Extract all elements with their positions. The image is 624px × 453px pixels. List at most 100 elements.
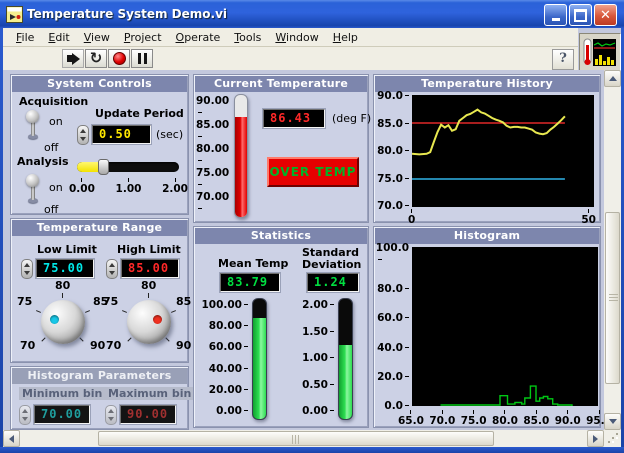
mean-temp-gauge (252, 298, 267, 420)
pause-icon (138, 53, 141, 64)
maximum-bin-spinner[interactable] (105, 405, 117, 425)
thermometer-scale: 90.0085.0080.0075.0070.00 (196, 95, 230, 209)
run-button[interactable] (62, 49, 84, 68)
menu-item[interactable]: Project (117, 29, 169, 46)
arrow-right-icon (593, 435, 598, 443)
close-button[interactable]: ✕ (594, 4, 617, 26)
high-limit-value[interactable]: 85.00 (121, 259, 179, 278)
high-knob-tick-80: 80 (141, 279, 156, 292)
standard-deviation-value: 1.24 (307, 273, 359, 292)
acquisition-toggle[interactable] (25, 111, 41, 141)
run-continuous-button[interactable]: ↻ (85, 49, 107, 68)
scroll-left-button[interactable] (3, 430, 20, 447)
axis-tick-label: 90.0 (377, 90, 409, 102)
scroll-right-button[interactable] (587, 430, 604, 447)
menu-item[interactable]: File (9, 29, 41, 46)
mean-tick-label: 60.00 (209, 341, 248, 353)
statistics-panel: Statistics Mean Temp Standard Deviation … (193, 226, 369, 428)
thermometer-tick-label: 85.00 (196, 119, 230, 143)
maximize-button[interactable] (569, 4, 592, 26)
menu-bar: FileEditViewProjectOperateToolsWindowHel… (3, 28, 578, 47)
histogram-parameters-panel: Histogram Parameters Minimum bin Maximum… (10, 366, 189, 430)
history-x-axis: 0 50 (408, 209, 596, 226)
histogram-y-axis: 100.080.060.040.020.00.0 (376, 242, 409, 412)
low-limit-knob[interactable] (41, 300, 85, 344)
maximum-bin-label: Maximum bin (105, 387, 194, 400)
horizontal-scroll-thumb[interactable] (98, 431, 494, 446)
current-temperature-value: 86.43 (263, 109, 325, 128)
acquisition-off-label: off (44, 141, 58, 154)
temperature-history-panel: Temperature History 90.085.080.075.070.0… (373, 74, 601, 223)
high-limit-knob[interactable] (127, 300, 171, 344)
slider-scale: 0.001.002.00 (69, 178, 188, 195)
window-title: Temperature System Demo.vi (27, 7, 227, 21)
title-bar: Temperature System Demo.vi ✕ (0, 0, 624, 28)
minimum-bin-spinner[interactable] (19, 405, 31, 425)
mean-tick-label: 20.00 (209, 384, 248, 396)
axis-tick-label: 50 (581, 209, 596, 226)
scroll-up-button[interactable] (604, 70, 621, 87)
temperature-history-chart (412, 95, 594, 207)
axis-tick-label: 70.0 (377, 200, 409, 212)
analysis-toggle[interactable] (25, 175, 41, 205)
resize-grip[interactable] (604, 430, 621, 447)
menu-item[interactable]: Operate (169, 29, 228, 46)
arrow-up-icon (609, 76, 617, 81)
histogram-parameters-title: Histogram Parameters (12, 368, 187, 384)
vi-icon-panel (579, 33, 621, 72)
high-knob-tick-70: 70 (106, 339, 121, 352)
high-knob-indicator-dot (153, 315, 162, 324)
axis-tick-label: 0 (408, 209, 415, 226)
menu-item[interactable]: Window (268, 29, 325, 46)
menu-item[interactable]: Tools (227, 29, 268, 46)
vertical-scrollbar[interactable] (604, 70, 621, 430)
high-knob-tick-90: 90 (176, 339, 191, 352)
menu-item[interactable]: Edit (41, 29, 76, 46)
high-limit-spinner[interactable] (106, 259, 118, 279)
mean-tick-label: 40.00 (209, 363, 248, 375)
vi-thermometer-icon (583, 37, 617, 68)
update-period-slider[interactable] (77, 162, 179, 172)
menu-item[interactable]: View (77, 29, 117, 46)
arrow-left-icon (9, 435, 14, 443)
toolbar: ↻ (3, 47, 578, 71)
low-limit-spinner[interactable] (21, 259, 33, 279)
help-button[interactable]: ? (552, 49, 574, 70)
axis-tick-label: 75.0 (461, 410, 487, 427)
mean-gauge-fill (253, 318, 266, 419)
low-knob-tick-70: 70 (20, 339, 35, 352)
slider-tick-label: 2.00 (162, 178, 188, 195)
mean-tick-label: 80.00 (209, 320, 248, 332)
close-icon: ✕ (600, 9, 611, 22)
temperature-range-panel: Temperature Range Low Limit High Limit 7… (10, 218, 189, 363)
axis-tick-label: 80.0 (377, 283, 409, 295)
axis-tick-label: 60.0 (377, 312, 409, 324)
high-limit-label: High Limit (117, 243, 181, 256)
update-period-spinner[interactable] (77, 125, 89, 145)
slider-handle[interactable] (98, 159, 109, 175)
abort-icon (113, 52, 126, 65)
std-tick-label: 1.00 (302, 352, 334, 364)
window-border-bottom (0, 447, 624, 453)
histogram-panel: Histogram 100.080.060.040.020.00.0 65.07… (373, 226, 601, 428)
axis-tick-label: 85.0 (523, 410, 549, 427)
minimize-button[interactable] (544, 4, 567, 26)
vertical-scroll-thumb[interactable] (605, 212, 620, 384)
menu-item[interactable]: Help (326, 29, 365, 46)
minimum-bin-value[interactable]: 70.00 (34, 405, 90, 424)
axis-tick-label: 20.0 (377, 371, 409, 383)
standard-deviation-label: Standard Deviation (302, 247, 362, 271)
pause-button[interactable] (131, 49, 153, 68)
scroll-down-button[interactable] (604, 413, 621, 430)
low-knob-tick-75: 75 (17, 295, 32, 308)
analysis-off-label: off (44, 203, 58, 216)
mean-gauge-scale: 100.0080.0060.0040.0020.000.00 (198, 299, 248, 417)
thermometer (234, 94, 248, 218)
current-temperature-panel: Current Temperature 90.0085.0080.0075.00… (193, 74, 369, 223)
horizontal-scrollbar[interactable] (3, 430, 604, 447)
update-period-value[interactable]: 0.50 (92, 125, 151, 144)
abort-button[interactable] (108, 49, 130, 68)
maximum-bin-value[interactable]: 90.00 (120, 405, 176, 424)
low-limit-value[interactable]: 75.00 (36, 259, 94, 278)
std-tick-label: 0.00 (302, 405, 334, 417)
